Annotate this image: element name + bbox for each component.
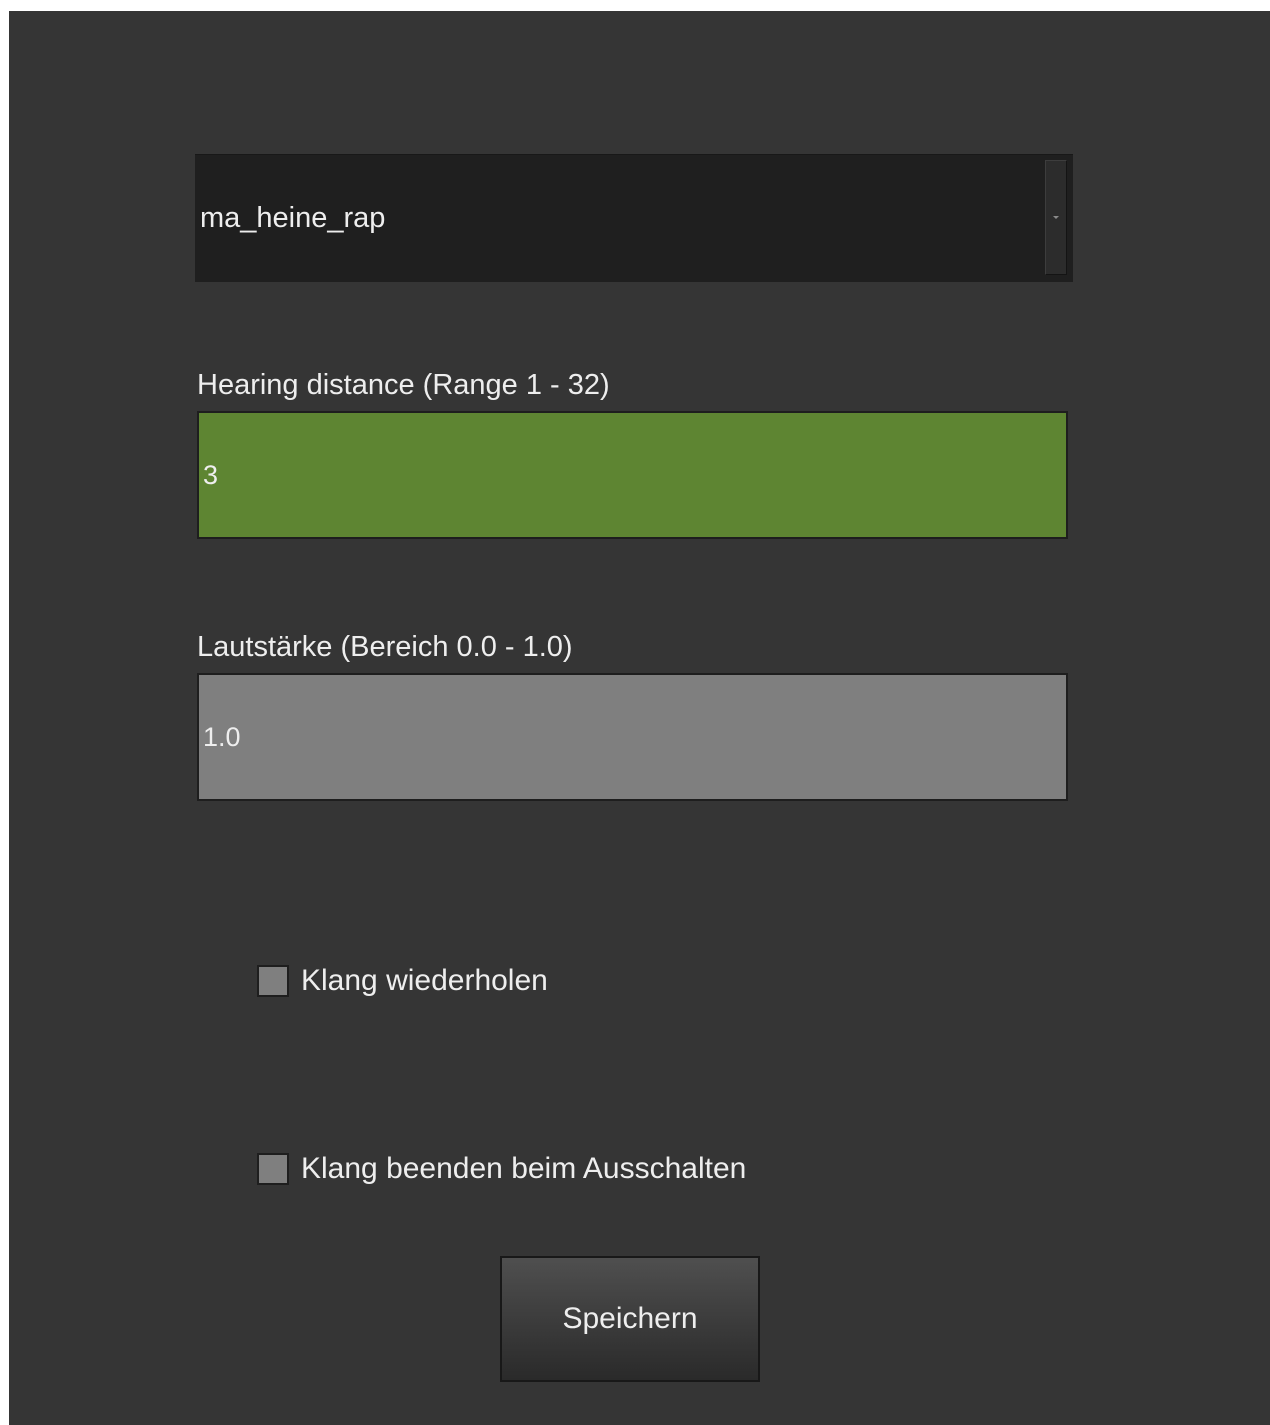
hearing-distance-label: Hearing distance (Range 1 - 32)	[197, 369, 610, 401]
chevron-down-icon	[1053, 216, 1059, 219]
volume-label: Lautstärke (Bereich 0.0 - 1.0)	[197, 631, 573, 663]
save-button[interactable]: Speichern	[500, 1256, 760, 1382]
hearing-distance-input[interactable]	[199, 413, 1066, 537]
dropdown-scrollbar[interactable]	[1045, 160, 1067, 275]
stop-sound-checkbox[interactable]	[257, 1153, 289, 1185]
repeat-sound-checkbox[interactable]	[257, 965, 289, 997]
repeat-sound-option[interactable]: Klang wiederholen	[257, 963, 548, 999]
stop-sound-on-off-option[interactable]: Klang beenden beim Ausschalten	[257, 1151, 746, 1187]
volume-input[interactable]	[199, 675, 1066, 799]
sound-select-dropdown[interactable]: ma_heine_rap	[195, 154, 1073, 282]
volume-field[interactable]	[197, 673, 1068, 801]
sound-settings-dialog: ma_heine_rap Hearing distance (Range 1 -…	[9, 11, 1270, 1425]
hearing-distance-field[interactable]	[197, 411, 1068, 539]
repeat-sound-label: Klang wiederholen	[301, 964, 548, 997]
dropdown-selected-value: ma_heine_rap	[200, 202, 386, 234]
stop-sound-label: Klang beenden beim Ausschalten	[301, 1152, 747, 1185]
